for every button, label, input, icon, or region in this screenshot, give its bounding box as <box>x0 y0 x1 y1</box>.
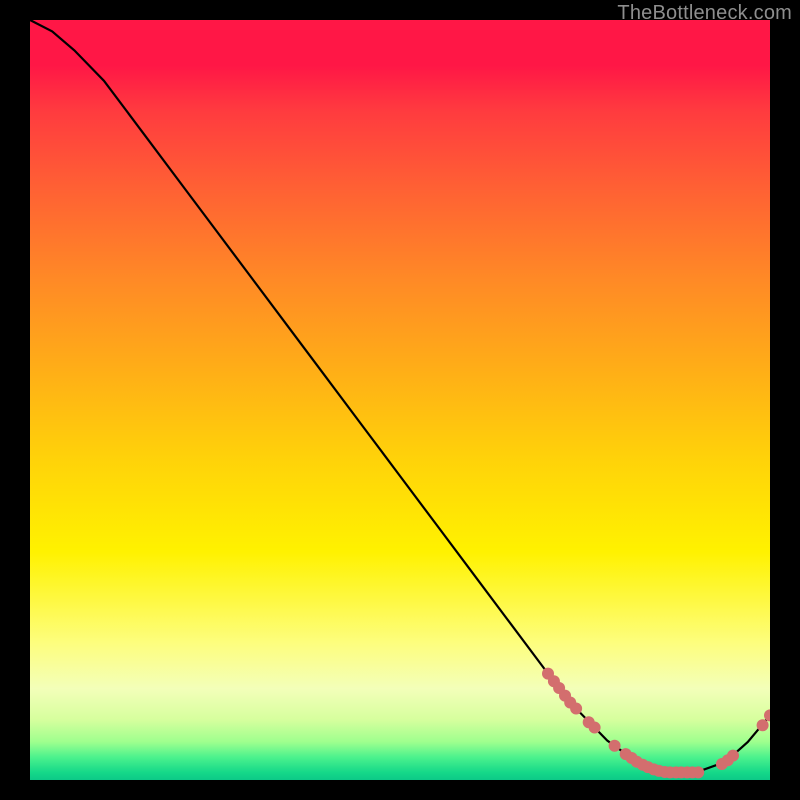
data-point <box>609 740 621 752</box>
watermark-text: TheBottleneck.com <box>617 2 792 25</box>
data-markers <box>542 668 770 779</box>
data-point <box>757 719 769 731</box>
data-point <box>589 722 601 734</box>
chart-stage: TheBottleneck.com <box>0 0 800 800</box>
data-point <box>764 709 770 721</box>
data-point <box>570 703 582 715</box>
chart-svg <box>30 20 770 780</box>
data-point <box>692 766 704 778</box>
curve-line <box>30 20 770 772</box>
plot-area <box>30 20 770 780</box>
data-point <box>727 750 739 762</box>
